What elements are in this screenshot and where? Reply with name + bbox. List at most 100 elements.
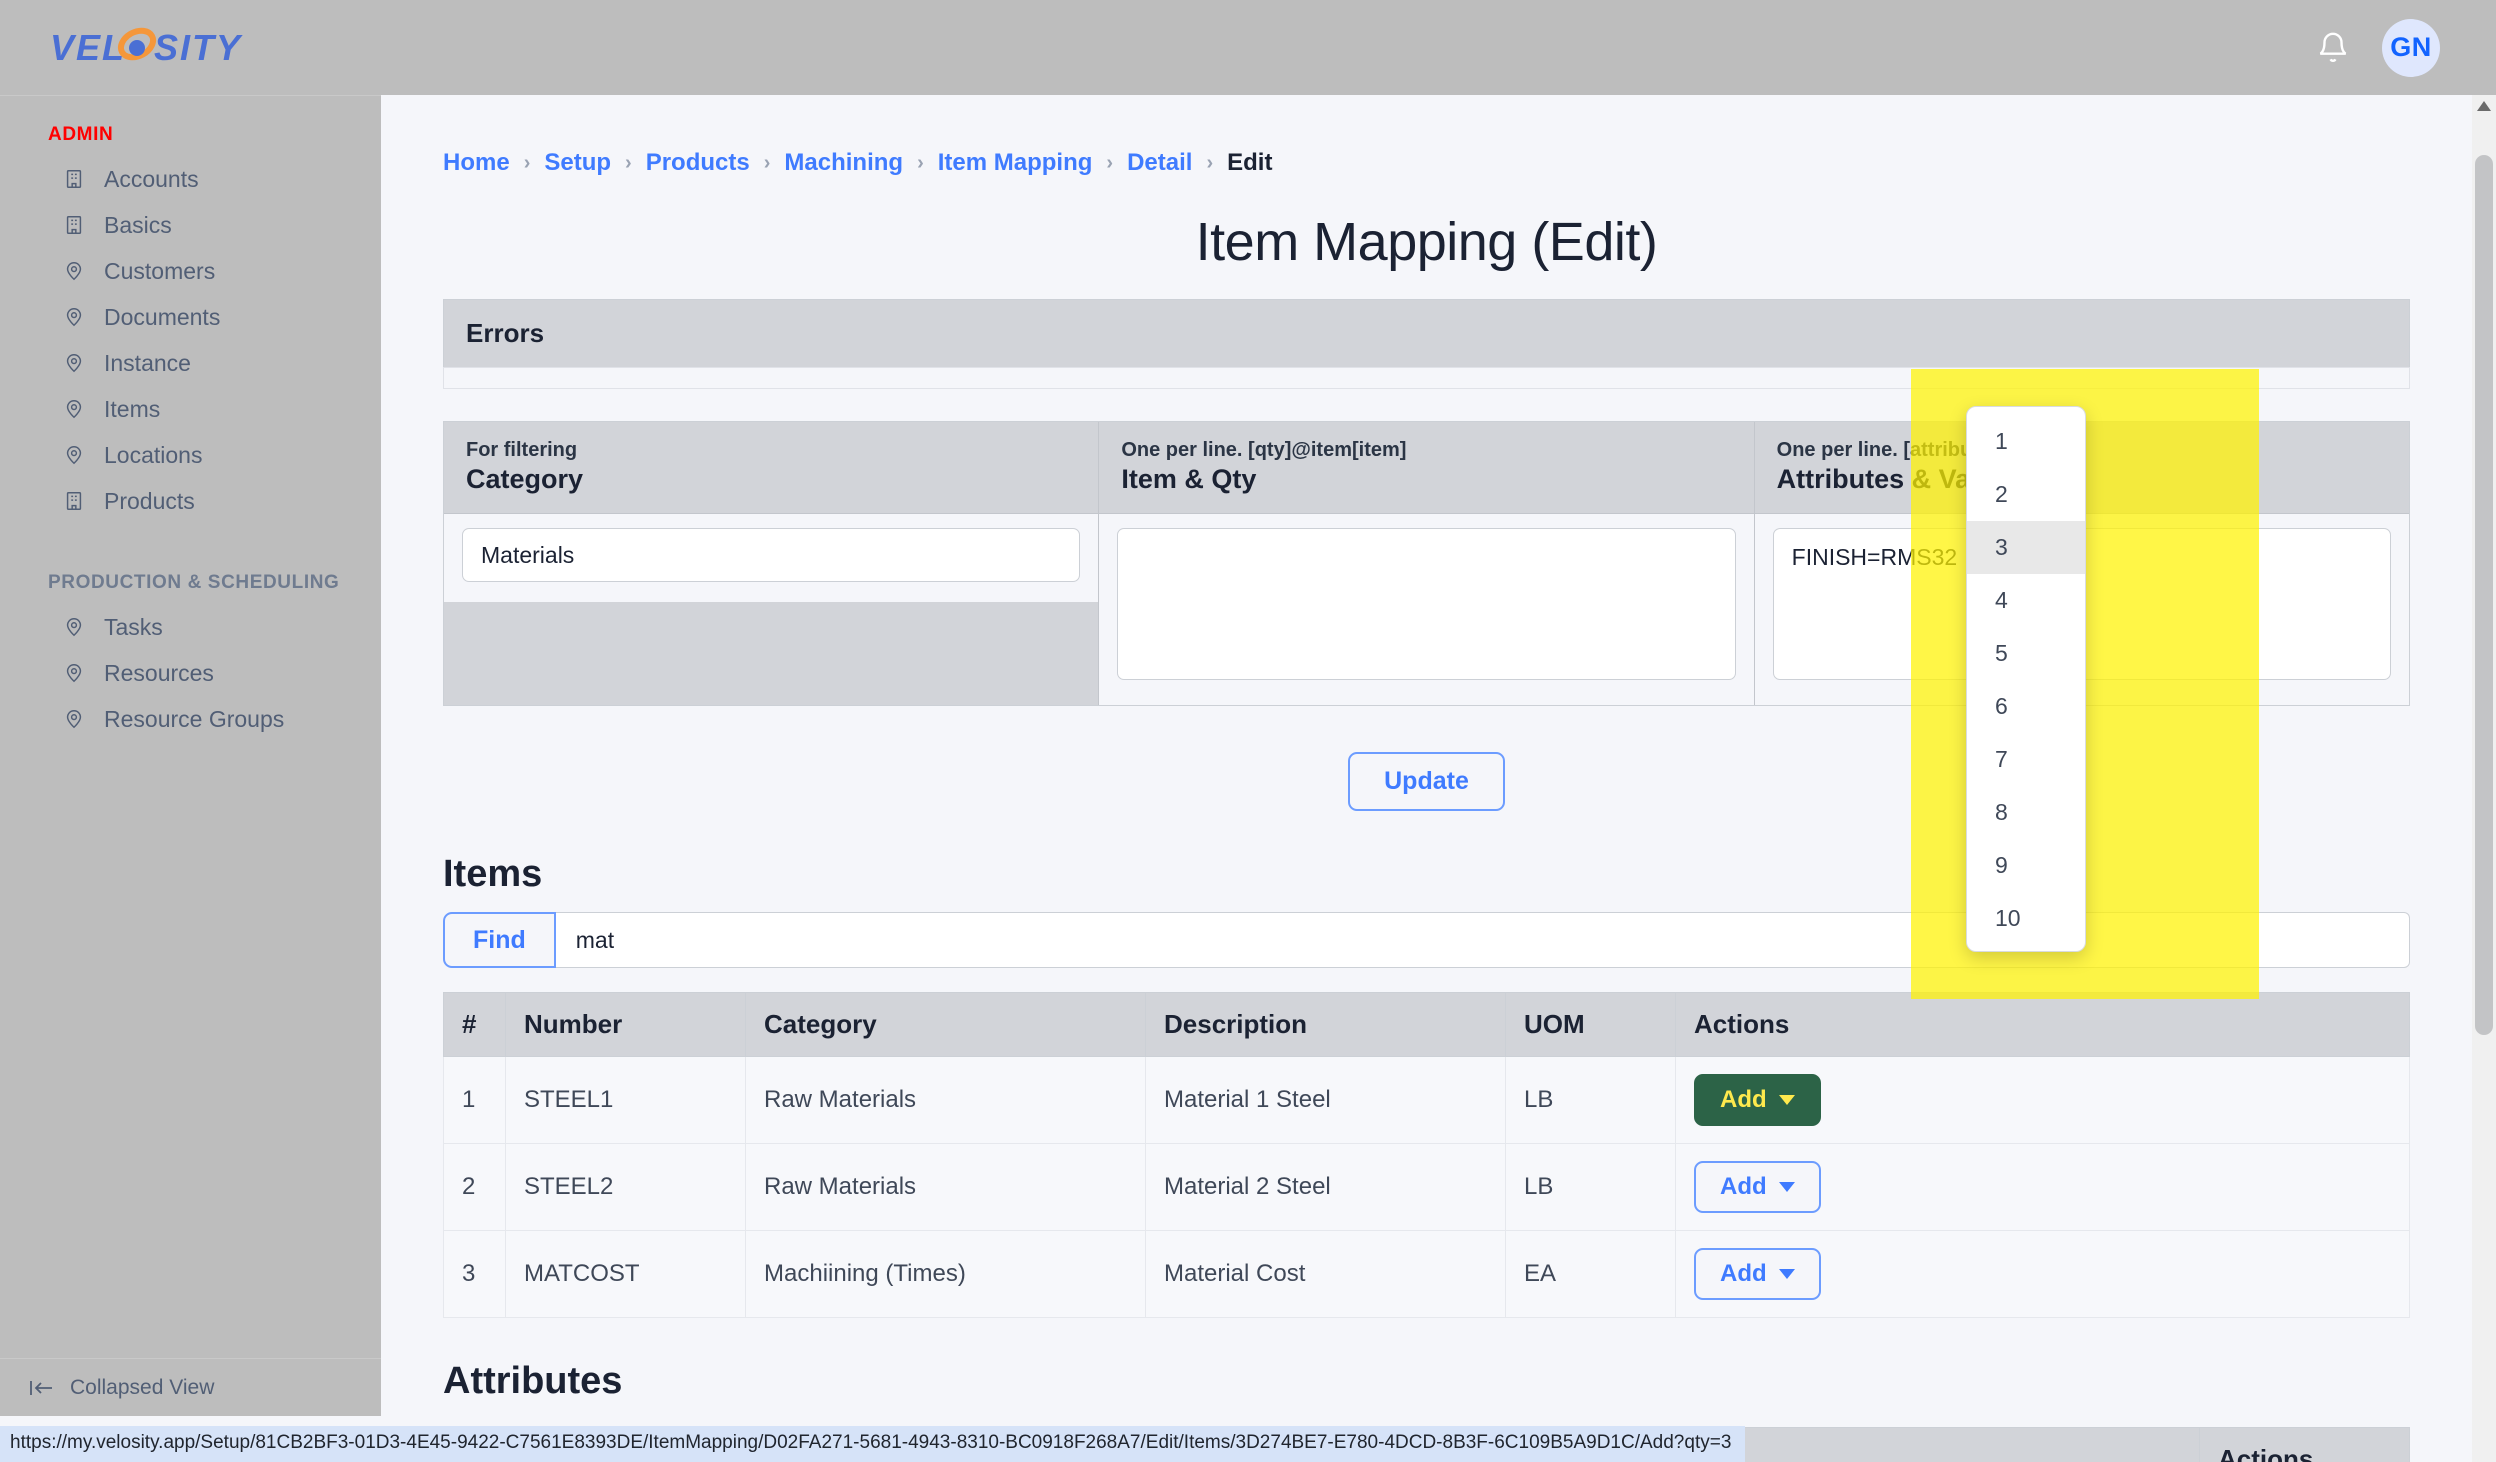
chevron-right-icon: ›	[625, 151, 632, 174]
cell-number: STEEL2	[505, 1143, 746, 1231]
qty-option[interactable]: 7	[1967, 733, 2085, 786]
sidebar-item-basics[interactable]: Basics	[0, 202, 381, 248]
qty-option[interactable]: 10	[1967, 892, 2085, 945]
chevron-right-icon: ›	[1206, 151, 1214, 174]
table-row[interactable]: 1 STEEL1 Raw Materials Material 1 Steel …	[443, 1056, 2410, 1144]
page-title: Item Mapping (Edit)	[1195, 212, 1658, 272]
breadcrumb-link-products[interactable]: Products	[646, 149, 750, 177]
cell-category: Raw Materials	[745, 1056, 1146, 1144]
sidebar-item-label: Documents	[104, 303, 221, 330]
item-qty-label: Item & Qty	[1121, 464, 1257, 494]
update-button[interactable]: Update	[1348, 752, 1505, 811]
cell-number: STEEL1	[505, 1056, 746, 1144]
sidebar-item-tasks[interactable]: Tasks	[0, 604, 381, 650]
chevron-right-icon: ›	[763, 151, 771, 174]
velosity-logo-icon: VEL SITY	[50, 27, 243, 68]
breadcrumb-link-home[interactable]: Home	[443, 149, 510, 177]
qty-option[interactable]: 5	[1967, 627, 2085, 680]
table-row[interactable]: 3 MATCOST Machiining (Times) Material Co…	[443, 1230, 2410, 1318]
form-column-item-qty: One per line. [qty]@item[item] Item & Qt…	[1099, 422, 1755, 705]
cell-index: 2	[443, 1143, 506, 1231]
col-number: Number	[505, 992, 746, 1057]
form-column-header: For filtering Category	[444, 422, 1098, 513]
errors-body	[443, 367, 2410, 389]
breadcrumb-link-detail[interactable]: Detail	[1127, 149, 1192, 177]
items-table-body: 1 STEEL1 Raw Materials Material 1 Steel …	[443, 1056, 2410, 1318]
col-category: Category	[745, 992, 1146, 1057]
qty-dropdown-menu[interactable]: 1 2 3 4 5 6 7 8 9 10	[1966, 406, 2086, 952]
add-item-label: Add	[1720, 1173, 1767, 1200]
sidebar-item-resources[interactable]: Resources	[0, 650, 381, 696]
breadcrumb-link-item-mapping[interactable]: Item Mapping	[938, 149, 1093, 177]
scroll-up-arrow-icon[interactable]	[2477, 101, 2491, 111]
brand-logo[interactable]: VEL SITY	[0, 24, 276, 72]
qty-option[interactable]: 8	[1967, 786, 2085, 839]
qty-option[interactable]: 9	[1967, 839, 2085, 892]
table-row[interactable]: 2 STEEL2 Raw Materials Material 2 Steel …	[443, 1143, 2410, 1231]
sidebar-item-instance[interactable]: Instance	[0, 340, 381, 386]
sidebar-item-products[interactable]: Products	[0, 478, 381, 524]
qty-option[interactable]: 4	[1967, 574, 2085, 627]
items-table: # Number Category Description UOM Action…	[443, 992, 2410, 1318]
map-pin-icon	[62, 615, 86, 639]
sidebar-item-documents[interactable]: Documents	[0, 294, 381, 340]
add-item-label: Add	[1720, 1086, 1767, 1113]
add-item-button[interactable]: Add	[1694, 1248, 1821, 1300]
map-pin-icon	[62, 305, 86, 329]
chevron-down-icon	[1778, 1095, 1795, 1105]
map-pin-icon	[62, 397, 86, 421]
qty-option[interactable]: 2	[1967, 468, 2085, 521]
cell-actions: Add	[1675, 1056, 2410, 1144]
sidebar-section-admin: ADMIN	[48, 124, 114, 145]
find-button[interactable]: Find	[443, 912, 556, 968]
svg-text:SITY: SITY	[154, 27, 243, 68]
cell-category: Raw Materials	[745, 1143, 1146, 1231]
page-scrollbar[interactable]	[2472, 95, 2496, 1462]
main-content: Home › Setup › Products › Machining › It…	[381, 95, 2472, 1462]
scrollbar-thumb[interactable]	[2475, 155, 2493, 1035]
form-column-body	[1099, 513, 1754, 705]
sidebar-item-label: Locations	[104, 441, 203, 468]
chevron-down-icon	[1778, 1182, 1795, 1192]
chevron-right-icon: ›	[917, 151, 924, 174]
sidebar-item-locations[interactable]: Locations	[0, 432, 381, 478]
chevron-right-icon: ›	[523, 151, 531, 174]
cell-actions: Add	[1675, 1143, 2410, 1231]
building-icon	[62, 213, 86, 237]
col-uom: UOM	[1505, 992, 1676, 1057]
sidebar-section-production: PRODUCTION & SCHEDULING	[48, 572, 340, 593]
sidebar-item-customers[interactable]: Customers	[0, 248, 381, 294]
sidebar-item-accounts[interactable]: Accounts	[0, 156, 381, 202]
qty-option[interactable]: 1	[1967, 415, 2085, 468]
collapse-left-icon	[30, 1380, 52, 1395]
sidebar: ADMIN Accounts Basics Customers Document…	[0, 95, 381, 1416]
building-icon	[62, 167, 86, 191]
cell-actions: Add	[1675, 1230, 2410, 1318]
form-column-category: For filtering Category	[444, 422, 1100, 705]
add-item-button[interactable]: Add	[1694, 1074, 1821, 1126]
breadcrumb: Home › Setup › Products › Machining › It…	[381, 95, 2472, 177]
item-qty-hint: One per line. [qty]@item[item]	[1121, 439, 1407, 461]
avatar[interactable]: GN	[2382, 18, 2440, 77]
collapse-sidebar-button[interactable]: Collapsed View	[0, 1358, 381, 1416]
sidebar-item-label: Resources	[104, 659, 214, 686]
cell-uom: EA	[1505, 1230, 1676, 1318]
sidebar-item-items[interactable]: Items	[0, 386, 381, 432]
find-input[interactable]	[553, 912, 2410, 968]
qty-option[interactable]: 3	[1967, 521, 2085, 574]
add-item-button[interactable]: Add	[1694, 1161, 1821, 1213]
errors-panel: Errors	[443, 299, 2410, 389]
attributes-section-title: Attributes	[443, 1360, 623, 1402]
cell-category: Machiining (Times)	[745, 1230, 1146, 1318]
sidebar-item-resource-groups[interactable]: Resource Groups	[0, 696, 381, 742]
breadcrumb-link-setup[interactable]: Setup	[544, 149, 611, 177]
breadcrumb-link-machining[interactable]: Machining	[784, 149, 903, 177]
mapping-form: For filtering Category One per line. [qt…	[443, 421, 2410, 706]
map-pin-icon	[62, 661, 86, 685]
bell-icon[interactable]	[2316, 30, 2350, 66]
category-input[interactable]	[462, 528, 1081, 582]
sidebar-item-label: Tasks	[104, 613, 163, 640]
item-qty-textarea[interactable]	[1117, 528, 1736, 680]
building-icon	[62, 489, 86, 513]
qty-option[interactable]: 6	[1967, 680, 2085, 733]
